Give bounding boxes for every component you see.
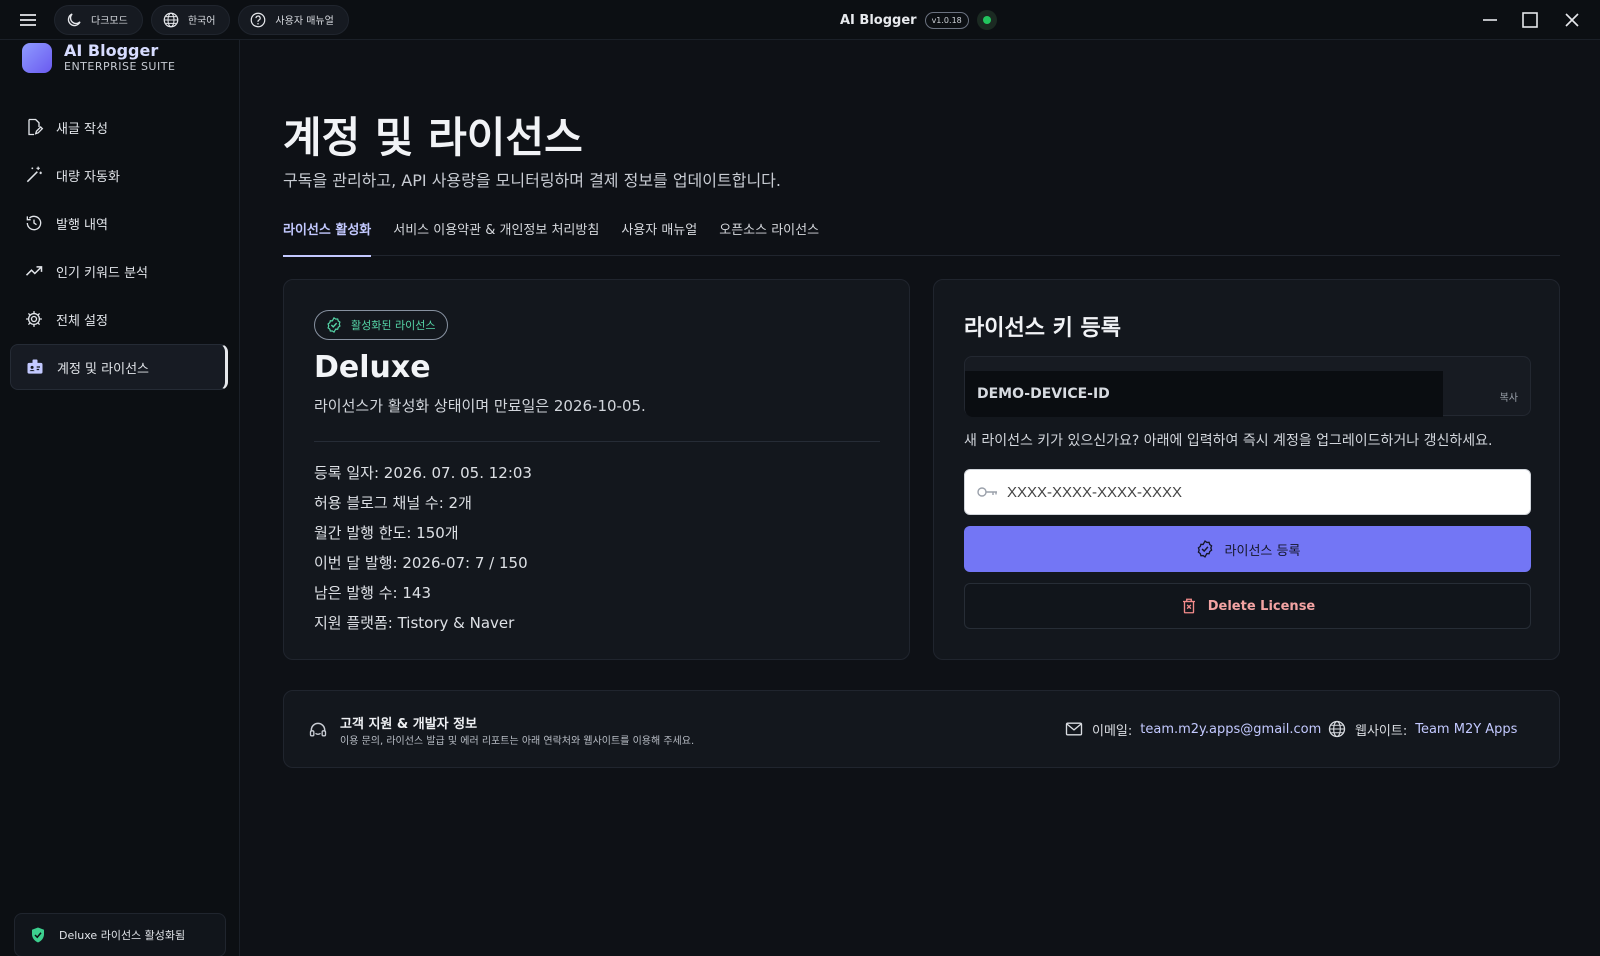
moon-icon [67, 12, 81, 26]
title-bar: 다크모드 한국어 사용자 매뉴얼 AI Blogger v1.0.18 [0, 0, 1600, 40]
email-link[interactable]: team.m2y.apps@gmail.com [1140, 722, 1321, 737]
sidebar-item-history[interactable]: 발행 내역 [10, 200, 228, 246]
register-hint: 새 라이선스 키가 있으신가요? 아래에 입력하여 즉시 계정을 업그레이드하거… [964, 433, 1493, 449]
detail-monthly-limit: 월간 발행 한도: 150개 [314, 524, 459, 542]
detail-remaining: 남은 발행 수: 143 [314, 584, 431, 602]
tab-terms-privacy[interactable]: 서비스 이용약관 & 개인정보 처리방침 [393, 218, 599, 256]
support-card: 고객 지원 & 개발자 정보 이용 문의, 라이선스 발급 및 에러 리포트는 … [283, 690, 1560, 768]
detail-blog-channels: 허용 블로그 채널 수: 2개 [314, 494, 472, 512]
detail-this-month: 이번 달 발행: 2026-07: 7 / 150 [314, 554, 528, 572]
language-button[interactable]: 한국어 [150, 4, 231, 35]
headset-icon [309, 722, 327, 737]
maximize-button[interactable] [1510, 0, 1550, 40]
delete-license-label: Delete License [1207, 598, 1316, 614]
minimize-button[interactable] [1470, 0, 1510, 40]
user-manual-label: 사용자 매뉴얼 [275, 16, 334, 27]
shield-check-icon [32, 927, 44, 943]
status-dot-icon [982, 16, 991, 24]
close-button[interactable] [1552, 0, 1592, 40]
active-license-badge-label: 활성화된 라이선스 [351, 319, 436, 332]
sidebar-item-label: 전체 설정 [56, 313, 108, 329]
tab-bar: 라이선스 활성화 서비스 이용약관 & 개인정보 처리방침 사용자 매뉴얼 오픈… [283, 218, 1560, 257]
brand-subtitle: ENTERPRISE SUITE [64, 60, 176, 73]
website-label: 웹사이트: [1355, 723, 1408, 739]
register-title: 라이선스 키 등록 [964, 316, 1121, 341]
version-badge: v1.0.18 [924, 11, 969, 29]
support-title: 고객 지원 & 개발자 정보 [340, 717, 478, 732]
key-icon [977, 487, 997, 497]
license-key-field[interactable] [964, 469, 1531, 515]
sidebar-item-label: 발행 내역 [56, 217, 108, 233]
website-link[interactable]: Team M2Y Apps [1415, 722, 1517, 737]
trash-x-icon [1182, 598, 1195, 614]
sidebar-item-new-post[interactable]: 새글 작성 [10, 104, 228, 150]
sidebar-item-label: 새글 작성 [56, 121, 108, 137]
email-label: 이메일: [1092, 723, 1133, 739]
tab-user-manual[interactable]: 사용자 매뉴얼 [621, 218, 697, 256]
page-subtitle: 구독을 관리하고, API 사용량을 모니터링하며 결제 정보를 업데이트합니다… [283, 171, 781, 190]
dark-mode-button[interactable]: 다크모드 [54, 4, 143, 35]
device-id-value[interactable]: DEMO-DEVICE-ID [965, 371, 1443, 417]
register-license-label: 라이선스 등록 [1224, 543, 1301, 559]
delete-license-button[interactable]: Delete License [964, 583, 1531, 629]
help-circle-icon [251, 12, 266, 27]
detail-platforms: 지원 플랫폼: Tistory & Naver [314, 614, 515, 632]
language-label: 한국어 [187, 16, 216, 27]
history-icon [26, 215, 42, 231]
tab-open-source-licenses[interactable]: 오픈소스 라이선스 [719, 218, 819, 256]
support-description: 이용 문의, 라이선스 발급 및 에러 리포트는 아래 연락처와 웹사이트를 이… [340, 736, 695, 747]
license-status-label: Deluxe 라이선스 활성화됨 [59, 929, 186, 942]
trending-icon [25, 266, 43, 276]
app-logo-icon [22, 43, 52, 73]
device-id-box: DEMO-DEVICE-ID 복사 [964, 356, 1531, 417]
close-icon [1565, 13, 1579, 27]
license-register-card: 라이선스 키 등록 DEMO-DEVICE-ID 복사 새 라이선스 키가 있으… [933, 279, 1560, 660]
sidebar-item-bulk-automation[interactable]: 대량 자동화 [10, 152, 228, 198]
copy-button[interactable]: 복사 [1500, 389, 1518, 404]
globe-icon [163, 12, 179, 27]
status-indicator [976, 10, 997, 30]
sidebar-item-label: 대량 자동화 [56, 169, 120, 185]
hamburger-menu-icon[interactable] [18, 10, 38, 30]
app-title: AI Blogger v1.0.18 [840, 0, 997, 40]
page-title: 계정 및 라이선스 [283, 113, 583, 162]
magic-wand-icon [26, 166, 42, 183]
license-info-card: 활성화된 라이선스 Deluxe 라이선스가 활성화 상태이며 만료일은 202… [283, 279, 910, 660]
sidebar-item-settings[interactable]: 전체 설정 [10, 296, 228, 342]
mail-icon [1065, 722, 1083, 736]
app-name: AI Blogger [840, 12, 917, 28]
maximize-icon [1522, 12, 1538, 28]
license-status-text: 라이선스가 활성화 상태이며 만료일은 2026-10-05. [314, 397, 646, 415]
id-card-icon [27, 359, 43, 374]
website-contact[interactable]: 웹사이트: Team M2Y Apps [1327, 719, 1517, 739]
sidebar-nav: 새글 작성 대량 자동화 발행 내역 인기 키워드 분석 전체 설정 계정 및 … [10, 104, 228, 392]
gear-icon [26, 311, 42, 327]
sidebar-item-account-license[interactable]: 계정 및 라이선스 [10, 344, 228, 390]
badge-check-icon [1197, 540, 1212, 558]
email-contact[interactable]: 이메일: team.m2y.apps@gmail.com [1064, 719, 1321, 739]
dark-mode-label: 다크모드 [91, 16, 128, 27]
tab-license-activation[interactable]: 라이선스 활성화 [283, 218, 372, 257]
register-license-button[interactable]: 라이선스 등록 [964, 526, 1531, 572]
badge-check-icon [327, 316, 341, 334]
brand-name: AI Blogger [64, 41, 159, 60]
sidebar-item-label: 인기 키워드 분석 [56, 265, 148, 281]
license-key-input[interactable] [1007, 483, 1507, 501]
new-post-icon [28, 118, 44, 136]
sidebar-item-keyword-analysis[interactable]: 인기 키워드 분석 [10, 248, 228, 294]
detail-registration-date: 등록 일자: 2026. 07. 05. 12:03 [314, 464, 532, 482]
brand: AI Blogger ENTERPRISE SUITE [22, 42, 175, 74]
license-details: 등록 일자: 2026. 07. 05. 12:03 허용 블로그 채널 수: … [314, 458, 532, 638]
globe-icon [1328, 720, 1346, 738]
user-manual-button[interactable]: 사용자 매뉴얼 [238, 4, 349, 35]
license-status-footer: Deluxe 라이선스 활성화됨 [14, 913, 226, 956]
active-license-badge: 활성화된 라이선스 [314, 310, 449, 340]
plan-name: Deluxe [314, 350, 431, 385]
minimize-icon [1483, 19, 1497, 21]
divider [314, 441, 880, 442]
sidebar-item-label: 계정 및 라이선스 [57, 361, 149, 377]
sidebar: AI Blogger ENTERPRISE SUITE 새글 작성 대량 자동화… [0, 40, 240, 956]
